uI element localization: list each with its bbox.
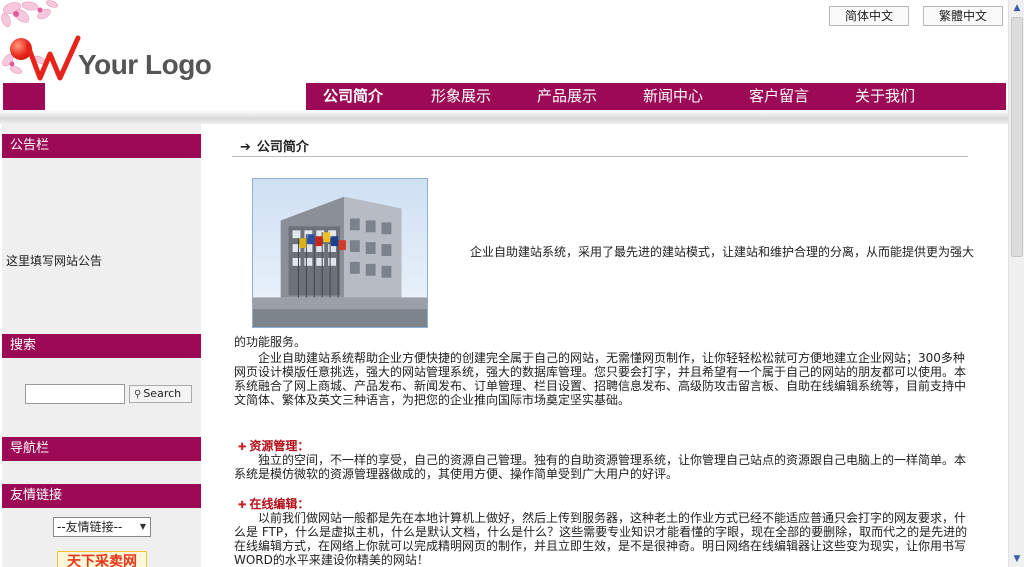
friends-heading: 友情链接 xyxy=(2,484,201,508)
feature-editor-text: 以前我们做网站一般都是先在本地计算机上做好，然后上传到服务器，这种老土的作业方式… xyxy=(234,511,968,567)
friend-links-select[interactable]: --友情链接-- ▼ xyxy=(53,517,151,537)
feature-resource-title: ✚ 资源管理： xyxy=(238,437,309,454)
friend-links-select-value: --友情链接-- xyxy=(57,520,123,534)
logo-text[interactable]: Your Logo xyxy=(78,49,212,81)
lang-simplified-button[interactable]: 简体中文 xyxy=(829,6,909,26)
vertical-scrollbar[interactable]: ▲ ▼ xyxy=(1008,0,1024,567)
search-input[interactable] xyxy=(25,384,125,404)
header-divider xyxy=(0,110,1008,124)
red-bullet-icon: ✚ xyxy=(238,442,247,453)
scroll-thumb[interactable] xyxy=(1011,17,1023,257)
section-title-text: 公司简介 xyxy=(256,140,309,155)
nav-left-block xyxy=(3,83,45,110)
nav-item-guestbook[interactable]: 客户留言 xyxy=(749,83,809,110)
lang-traditional-button[interactable]: 繁體中文 xyxy=(923,6,1003,26)
notice-heading: 公告栏 xyxy=(2,134,201,158)
feature-editor-title-text: 在线编辑： xyxy=(249,497,310,511)
search-button-label: Search xyxy=(143,387,182,400)
right-arrow-icon: ➔ xyxy=(240,140,251,155)
company-building-photo xyxy=(252,178,428,328)
site-header: Your Logo 简体中文 繁體中文 公司简介 形象展示 产品展示 新闻中心 … xyxy=(0,0,1008,124)
nav-item-about[interactable]: 关于我们 xyxy=(855,83,915,110)
nav-item-company-intro[interactable]: 公司简介 xyxy=(323,83,383,110)
search-button[interactable]: ⚲ Search xyxy=(129,385,192,403)
nav-heading: 导航栏 xyxy=(2,437,201,461)
partner-logo-link[interactable]: 天下采卖网 xyxy=(57,551,147,567)
scroll-down-icon[interactable]: ▼ xyxy=(1009,551,1024,567)
section-divider xyxy=(232,156,968,157)
nav-item-news[interactable]: 新闻中心 xyxy=(643,83,703,110)
intro-first-line: 企业自助建站系统，采用了最先进的建站模式，让建站和维护合理的分离，从而能提供更为… xyxy=(470,245,975,259)
left-sidebar: 公告栏 这里填写网站公告 搜索 ⚲ Search 导航栏 友情链接 --友情链接-… xyxy=(2,124,201,567)
main-content: ➔ 公司简介 企业自助建站系统，采用了最先进的建站模式，让建站和维护合理的分离，… xyxy=(232,124,976,567)
intro-second-line: 的功能服务。 xyxy=(234,335,307,349)
section-title: ➔ 公司简介 xyxy=(240,136,309,155)
feature-resource-text: 独立的空间，不一样的享受，自己的资源自己管理。独有的自助资源管理系统，让你管理自… xyxy=(234,453,967,481)
red-bullet-icon: ✚ xyxy=(238,500,247,511)
magnifier-icon: ⚲ xyxy=(134,389,142,400)
scroll-up-icon[interactable]: ▲ xyxy=(1009,0,1024,16)
notice-text: 这里填写网站公告 xyxy=(6,254,103,268)
nav-item-products[interactable]: 产品展示 xyxy=(537,83,597,110)
nav-item-image-showcase[interactable]: 形象展示 xyxy=(431,83,491,110)
main-nav: 公司简介 形象展示 产品展示 新闻中心 客户留言 关于我们 xyxy=(306,83,1006,110)
feature-editor-title: ✚ 在线编辑： xyxy=(238,495,309,512)
dropdown-arrow-icon: ▼ xyxy=(139,522,146,531)
intro-paragraph: 企业自助建站系统帮助企业方便快捷的创建完全属于自己的网站，无需懂网页制作，让你轻… xyxy=(234,351,967,407)
feature-resource-title-text: 资源管理： xyxy=(249,439,310,453)
logo-w-icon xyxy=(26,35,81,81)
search-heading: 搜索 xyxy=(2,334,201,358)
